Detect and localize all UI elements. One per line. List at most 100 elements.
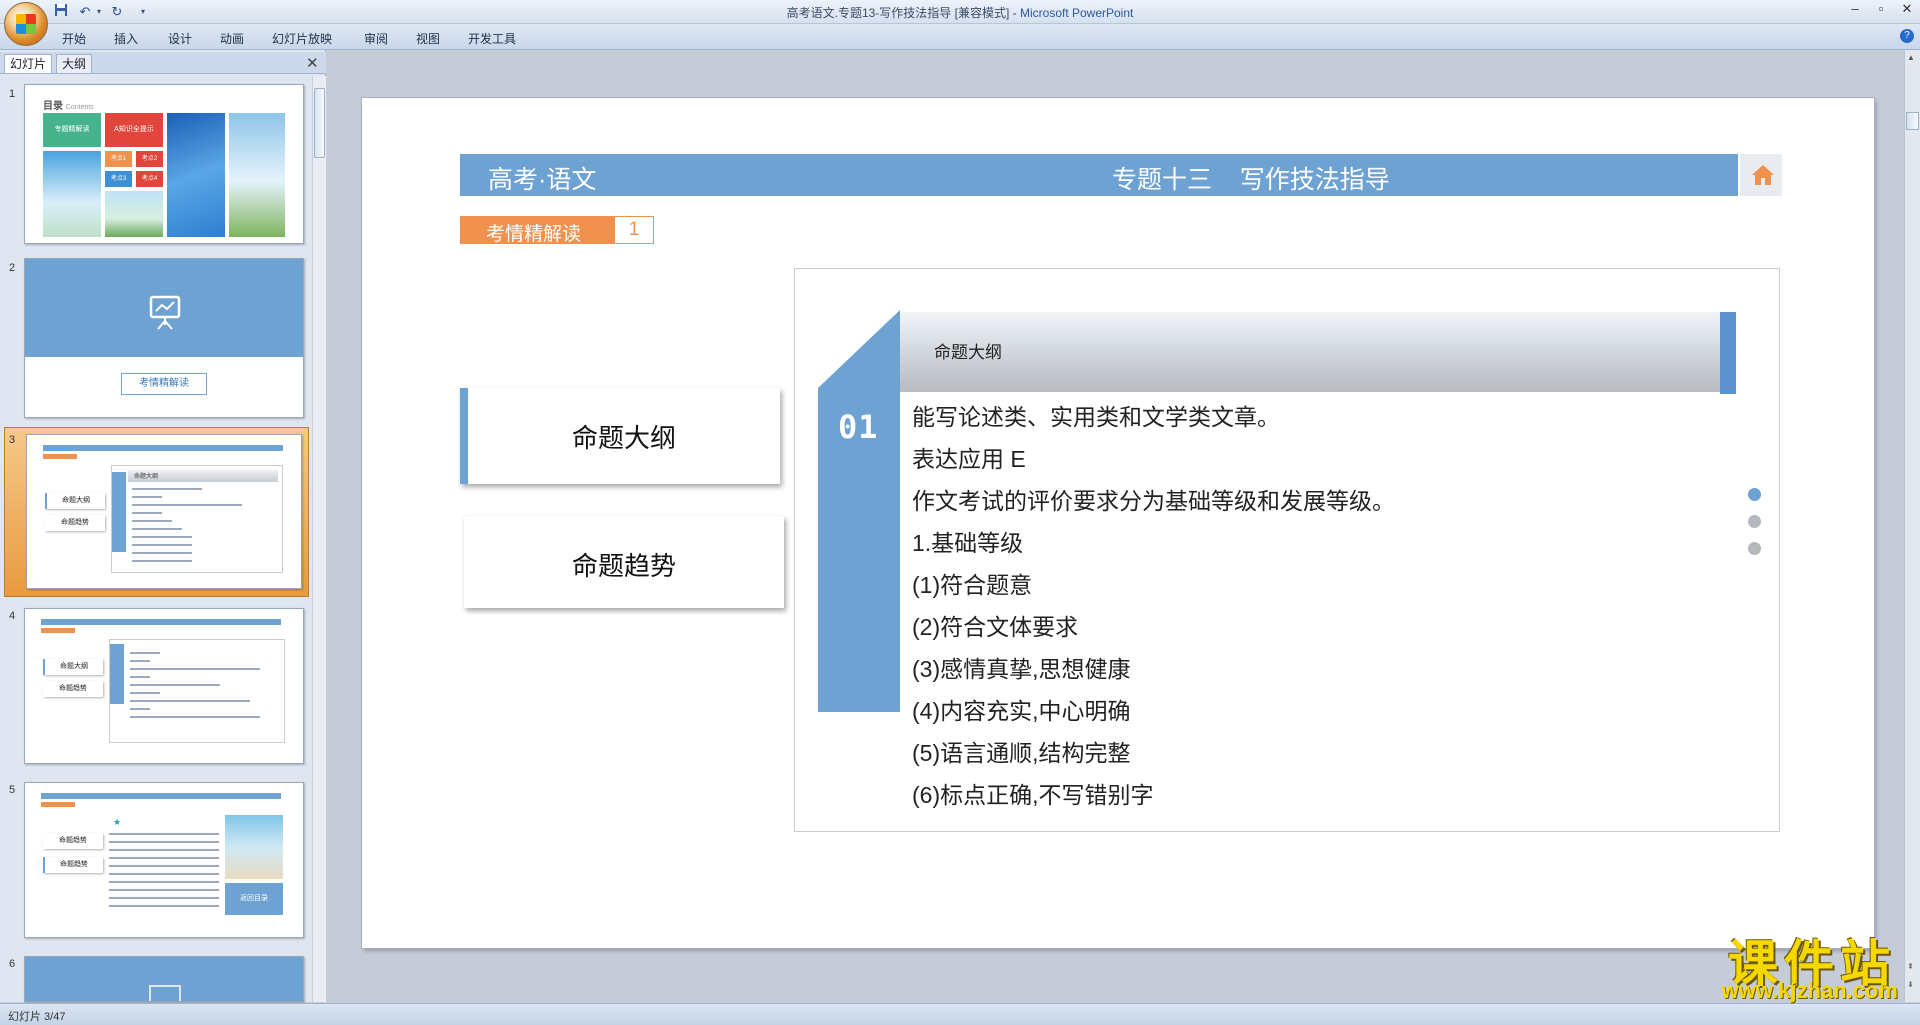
slide-number: 3 [9, 434, 16, 446]
tab-view[interactable]: 视图 [416, 30, 440, 47]
body-line: 作文考试的评价要求分为基础等级和发展等级。 [912, 488, 1395, 514]
home-icon [1752, 165, 1774, 185]
slide-canvas: 高考·语文 专题十三 写作技法指导 考情精解读 1 命题大纲 命题趋势 01 命… [362, 98, 1874, 948]
document-title: 高考语文.专题13-写作技法指导 [兼容模式] - [786, 6, 1020, 20]
scrollbar-thumb[interactable] [1906, 112, 1919, 130]
star-icon: ★ [113, 817, 122, 827]
tab-insert[interactable]: 插入 [114, 30, 138, 47]
slide-number: 6 [9, 958, 16, 970]
home-button[interactable] [1738, 154, 1782, 196]
office-button[interactable] [4, 2, 48, 46]
thumb-tile: 考点2 [136, 151, 163, 167]
header-subject: 高考·语文 [488, 166, 597, 194]
body-line: 表达应用 E [912, 446, 1026, 472]
section-label-text: 考情精解读 [486, 224, 582, 245]
thumb-image [225, 815, 283, 879]
undo-dropdown-icon[interactable]: ▾ [94, 3, 104, 20]
scroll-up-icon[interactable]: ▲ [1907, 53, 1915, 62]
tab-developer[interactable]: 开发工具 [468, 30, 516, 47]
page-dot[interactable] [1748, 542, 1761, 555]
slide-number: 5 [9, 784, 16, 796]
panel-close-icon[interactable]: ✕ [306, 54, 319, 72]
thumb-header-bar [43, 445, 283, 451]
scrollbar-thumb[interactable] [314, 88, 325, 158]
prev-slide-icon[interactable]: ⇞ [1907, 962, 1914, 971]
redo-icon[interactable]: ↻ [108, 3, 126, 20]
page-dot-active[interactable] [1748, 488, 1761, 501]
thumb-button: 考情精解读 [121, 373, 207, 395]
thumb-nav-item: 命题大纲 [43, 659, 103, 675]
page-dot[interactable] [1748, 515, 1761, 528]
tab-design[interactable]: 设计 [168, 30, 192, 47]
body-line: (4)内容充实,中心明确 [912, 698, 1131, 724]
slide-thumbnail-6[interactable] [24, 956, 304, 1002]
thumb-section-tag [43, 454, 77, 459]
app-name: Microsoft PowerPoint [1019, 6, 1134, 20]
tab-outline[interactable]: 大纲 [56, 54, 93, 73]
body-line: (3)感情真挚,思想健康 [912, 656, 1131, 682]
slide-thumbnail-1[interactable]: 目录 Contents 专题精解读 A知识全提示 考点1 考点2 考点3 考点4 [24, 84, 304, 244]
thumb-tile: 专题精解读 [43, 113, 101, 147]
watermark-logo: 课件站 www.kjzhan.com [1668, 922, 1908, 1003]
slide-thumbnail-5[interactable]: ★ 返回目录 命题趋势 命题趋势 [24, 782, 304, 938]
slide-thumbnail-2[interactable]: 考情精解读 [24, 258, 304, 418]
thumb-tile: 考点4 [136, 171, 163, 187]
nav-trend-label: 命题趋势 [571, 551, 676, 581]
tab-home[interactable]: 开始 [62, 30, 86, 47]
section-number: 1 [614, 216, 654, 244]
editor-vertical-scrollbar[interactable]: ▲ ⇞ ⇟ [1904, 50, 1920, 1002]
thumb-image [167, 113, 225, 237]
thumb-tile: A知识全提示 [105, 113, 163, 147]
number-tab [818, 310, 900, 712]
slide-header-bar: 高考·语文 专题十三 写作技法指导 [460, 154, 1738, 196]
thumb-image [43, 151, 101, 237]
office-logo-icon [16, 14, 36, 34]
tab-review[interactable]: 审阅 [364, 30, 388, 47]
body-line: 1.基础等级 [912, 530, 1024, 556]
ribbon-tabs: 开始 插入 设计 动画 幻灯片放映 审阅 视图 开发工具 ? [0, 24, 1920, 50]
tab-slideshow[interactable]: 幻灯片放映 [272, 30, 332, 47]
thumb-nav-item: 命题趋势 [43, 857, 103, 873]
slide-thumbnail-3[interactable]: 命题大纲 命题大纲 命题趋势 [26, 434, 302, 589]
panel-tabs: 幻灯片 大纲 [0, 52, 326, 74]
slide-number: 1 [9, 88, 16, 100]
close-icon[interactable]: ✕ [1894, 0, 1920, 20]
customize-qat-icon[interactable]: ▾ [138, 3, 148, 20]
thumb-nav-item: 命题趋势 [45, 515, 105, 531]
thumb-nav-item: 命题趋势 [43, 681, 103, 697]
thumb-nav-item: 命题大纲 [45, 493, 105, 509]
nav-trend-button[interactable]: 命题趋势 [464, 516, 784, 608]
nav-outline-button[interactable]: 命题大纲 [460, 388, 780, 484]
nav-outline-label: 命题大纲 [571, 423, 676, 453]
status-bar: 幻灯片 3/47 [0, 1003, 1920, 1025]
tab-slides[interactable]: 幻灯片 [4, 54, 53, 73]
thumb-image [105, 191, 163, 237]
body-line: (6)标点正确,不写错别字 [912, 782, 1154, 808]
presentation-icon [143, 291, 187, 335]
slide-counter: 幻灯片 3/47 [8, 1011, 66, 1023]
slide-number: 2 [9, 262, 16, 274]
thumb-tile: 考点1 [105, 151, 132, 167]
help-icon[interactable]: ? [1900, 29, 1914, 43]
panel-number: 01 [838, 408, 879, 446]
thumbnail-scrollbar[interactable] [312, 76, 326, 1002]
body-line: 能写论述类、实用类和文学类文章。 [912, 404, 1280, 430]
undo-icon[interactable]: ↶ [76, 3, 94, 20]
section-label: 考情精解读 [460, 216, 614, 245]
thumb-button: 返回目录 [225, 883, 283, 915]
body-line: (1)符合题意 [912, 572, 1033, 598]
body-line: (5)语言通顺,结构完整 [912, 740, 1131, 766]
thumb-tile: 考点3 [105, 171, 132, 187]
minimize-icon[interactable]: – [1842, 0, 1868, 20]
thumb-content-box [109, 639, 285, 743]
thumb-image [229, 113, 285, 237]
save-icon[interactable] [52, 3, 70, 20]
header-topic: 专题十三 写作技法指导 [1112, 166, 1390, 194]
next-slide-icon[interactable]: ⇟ [1907, 980, 1914, 989]
thumb-nav-item: 命题趋势 [43, 833, 103, 849]
slide-thumbnail-4[interactable]: 命题大纲 命题趋势 [24, 608, 304, 764]
tab-animation[interactable]: 动画 [220, 30, 244, 47]
panel-title-accent [1720, 312, 1736, 394]
body-line: (2)符合文体要求 [912, 614, 1079, 640]
maximize-icon[interactable]: ▫ [1868, 0, 1894, 20]
